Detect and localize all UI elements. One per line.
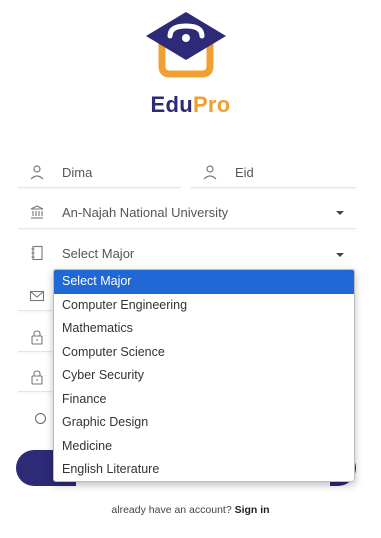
major-option[interactable]: Medicine [54,435,354,459]
university-select[interactable]: An-Najah National University [26,201,336,223]
university-underline [18,228,356,229]
last-name-field[interactable]: Eid [199,161,355,183]
signin-link[interactable]: Sign in [235,504,270,516]
major-option[interactable]: Select Major [54,270,354,294]
chevron-down-icon [336,211,344,215]
signin-prompt-text: already have an account? [111,504,232,516]
major-select[interactable]: Select Major [26,242,336,264]
first-name-underline [18,187,181,188]
signin-prompt: already have an account? Sign in [0,504,381,516]
brand-pro: Pro [192,92,231,117]
confirm-password-underline [18,391,54,392]
first-name-value: Dima [62,164,93,180]
first-name-field[interactable]: Dima [26,161,181,183]
major-value: Select Major [62,245,135,261]
person-icon [199,161,221,183]
edupro-logo [146,12,226,78]
email-underline [18,310,54,311]
major-dropdown-list[interactable]: Select Major Computer Engineering Mathem… [53,269,355,482]
mail-icon [26,285,48,307]
major-option[interactable]: Cyber Security [54,364,354,388]
gender-radio[interactable] [35,413,46,424]
university-icon [26,201,48,223]
last-name-value: Eid [235,164,254,180]
major-option[interactable]: Graphic Design [54,411,354,435]
chevron-down-icon [336,253,344,257]
person-icon [26,161,48,183]
brand-title: EduPro [0,92,381,118]
brand-edu: Edu [150,92,193,117]
university-value: An-Najah National University [62,204,229,220]
major-option[interactable]: Finance [54,388,354,412]
major-option[interactable]: Mathematics [54,317,354,341]
major-option[interactable]: English Literature [54,458,354,481]
lock-icon [26,326,48,348]
password-underline [18,351,54,352]
last-name-underline [190,187,356,188]
major-option[interactable]: Computer Science [54,341,354,365]
notebook-icon [26,242,48,264]
lock-icon [26,366,48,388]
major-option[interactable]: Computer Engineering [54,294,354,318]
